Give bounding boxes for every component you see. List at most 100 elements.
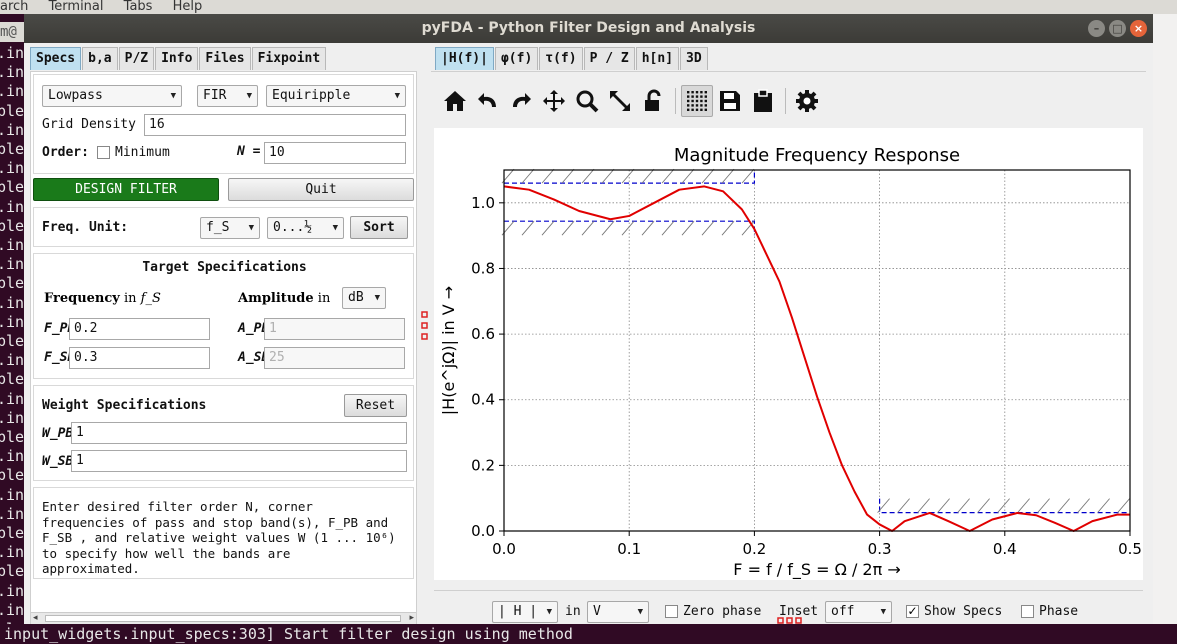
maximize-icon[interactable]: □ [1109, 20, 1126, 37]
grid-density-input[interactable]: 16 [144, 114, 406, 136]
design-method-select[interactable]: Equiripple ▼ [266, 85, 406, 107]
passband-lower-hatch [601, 220, 615, 236]
zero-phase-checkbox[interactable] [665, 605, 678, 618]
window-titlebar[interactable]: pyFDA - Python Filter Design and Analysi… [24, 14, 1153, 43]
tab-phase[interactable]: φ(f) [494, 47, 539, 70]
tab-group-delay[interactable]: τ(f) [539, 47, 583, 70]
stopband-hatch [1117, 498, 1130, 513]
unit-select[interactable]: V ▼ [587, 601, 649, 623]
amplitude-header: Amplitude in [238, 291, 330, 306]
tab-pz[interactable]: P/Z [118, 47, 155, 70]
inset-select[interactable]: off ▼ [825, 601, 892, 623]
terminal-menu-search[interactable]: arch [0, 0, 28, 14]
grid-icon[interactable] [681, 85, 713, 117]
info-card: Enter desired filter order N, corner fre… [33, 487, 414, 579]
tab-pole-zero[interactable]: P / Z [583, 47, 635, 70]
asb-input[interactable]: 25 [264, 347, 405, 369]
y-tick-label: 0.8 [471, 259, 495, 277]
passband-lower-hatch [581, 220, 595, 236]
order-input[interactable]: 10 [264, 142, 406, 164]
passband-lower-hatch [681, 220, 695, 236]
design-filter-button[interactable]: DESIGN FILTER [33, 178, 219, 201]
tab-specs[interactable]: Specs [30, 47, 82, 70]
x-tick-label: 0.4 [993, 540, 1017, 558]
response-type-select[interactable]: Lowpass ▼ [42, 85, 182, 107]
tab-ba[interactable]: b,a [82, 47, 118, 70]
tab-files[interactable]: Files [199, 47, 251, 70]
x-tick-label: 0.5 [1118, 540, 1142, 558]
minimize-icon[interactable]: – [1088, 20, 1105, 37]
sort-button[interactable]: Sort [350, 216, 408, 239]
x-tick-label: 0.2 [742, 540, 766, 558]
pan-icon[interactable] [538, 85, 570, 117]
freq-unit-select[interactable]: f_S ▼ [200, 217, 260, 239]
terminal-line: .in [0, 389, 25, 408]
left-horizontal-scrollbar[interactable]: ◂ ▸ [31, 612, 416, 624]
passband-lower-hatch [641, 220, 655, 236]
terminal-line: ple [0, 140, 25, 159]
terminal-line: ple [0, 101, 25, 120]
info-line: frequencies of pass and stop band(s), F_… [42, 514, 389, 530]
terminal-line: ple [0, 428, 25, 447]
scroll-left-icon[interactable]: ◂ [33, 613, 38, 623]
terminal-line: .in [0, 351, 25, 370]
magnitude-chart[interactable]: 0.0 0.1 0.2 0.3 0.4 0.5 0.0 0.2 0.4 0.6 0.8 1.0 Mag… [434, 128, 1143, 580]
grid-density-label: Grid Density [42, 117, 136, 132]
clipboard-icon[interactable] [747, 85, 779, 117]
lock-icon[interactable] [637, 85, 669, 117]
quit-button[interactable]: Quit [228, 178, 414, 201]
zoom-icon[interactable] [571, 85, 603, 117]
splitter-handle[interactable] [421, 310, 429, 350]
amplitude-unit-select[interactable]: dB ▼ [342, 287, 386, 309]
fsb-input[interactable]: 0.3 [69, 347, 210, 369]
tab-info[interactable]: Info [155, 47, 199, 70]
terminal-menubar: arch Terminal Tabs Help [0, 0, 1177, 14]
terminal-line: .in [0, 600, 25, 619]
filter-class-select[interactable]: FIR ▼ [197, 85, 258, 107]
filter-class-value: FIR [203, 88, 227, 103]
terminal-line: .in [0, 293, 25, 312]
apb-input[interactable]: 1 [264, 318, 405, 340]
show-specs-checkbox[interactable]: ✓ [906, 605, 919, 618]
redo-icon[interactable] [505, 85, 537, 117]
bottom-resize-handle[interactable] [777, 617, 807, 625]
freq-unit-card: Freq. Unit: f_S ▼ 0...½ ▼ Sort [33, 207, 414, 247]
info-line: approximated. [42, 561, 140, 576]
undo-icon[interactable] [472, 85, 504, 117]
save-icon[interactable] [714, 85, 746, 117]
minimum-order-checkbox[interactable] [97, 146, 110, 159]
series-layer [503, 185, 1130, 532]
settings-icon[interactable] [791, 85, 823, 117]
x-tick-label: 0.3 [868, 540, 892, 558]
home-icon[interactable] [439, 85, 471, 117]
pyfda-window: pyFDA - Python Filter Design and Analysi… [24, 14, 1153, 624]
plot-canvas[interactable]: 0.0 0.1 0.2 0.3 0.4 0.5 0.0 0.2 0.4 0.6 0.8 1.0 Mag… [434, 128, 1143, 580]
tab-fixpoint[interactable]: Fixpoint [251, 47, 327, 70]
tab-magnitude[interactable]: |H(f)| [435, 47, 494, 70]
scrollbar-thumb[interactable] [45, 615, 401, 622]
terminal-line: .in [0, 312, 25, 331]
wpb-input[interactable]: 1 [71, 422, 407, 444]
response-type-value: Lowpass [48, 88, 103, 103]
stopband-hatch [977, 498, 990, 513]
terminal-menu-help[interactable]: Help [173, 0, 203, 14]
reset-button[interactable]: Reset [344, 394, 407, 417]
tab-impulse-response[interactable]: h[n] [635, 47, 680, 70]
scroll-right-icon[interactable]: ▸ [409, 613, 414, 623]
magnitude-select[interactable]: | H | ▼ [492, 601, 558, 623]
stopband-hatch [937, 498, 950, 513]
wsb-input[interactable]: 1 [71, 450, 407, 472]
tab-3d[interactable]: 3D [680, 47, 708, 70]
passband-upper-hatch [621, 168, 635, 184]
freq-range-select[interactable]: 0...½ ▼ [267, 217, 344, 239]
phase-checkbox[interactable] [1021, 605, 1034, 618]
close-icon[interactable]: × [1130, 20, 1147, 37]
weight-specs-title: Weight Specifications [42, 398, 207, 413]
fpb-input[interactable]: 0.2 [69, 318, 210, 340]
full-view-icon[interactable] [604, 85, 636, 117]
passband-upper-hatch [541, 168, 555, 184]
weight-specs-card: Weight Specifications Reset W_PB 1 W_SB … [33, 385, 414, 481]
y-axis-label: |H(e^jΩ)| in V → [439, 286, 458, 415]
terminal-menu-terminal[interactable]: Terminal [49, 0, 104, 14]
terminal-menu-tabs[interactable]: Tabs [124, 0, 153, 14]
